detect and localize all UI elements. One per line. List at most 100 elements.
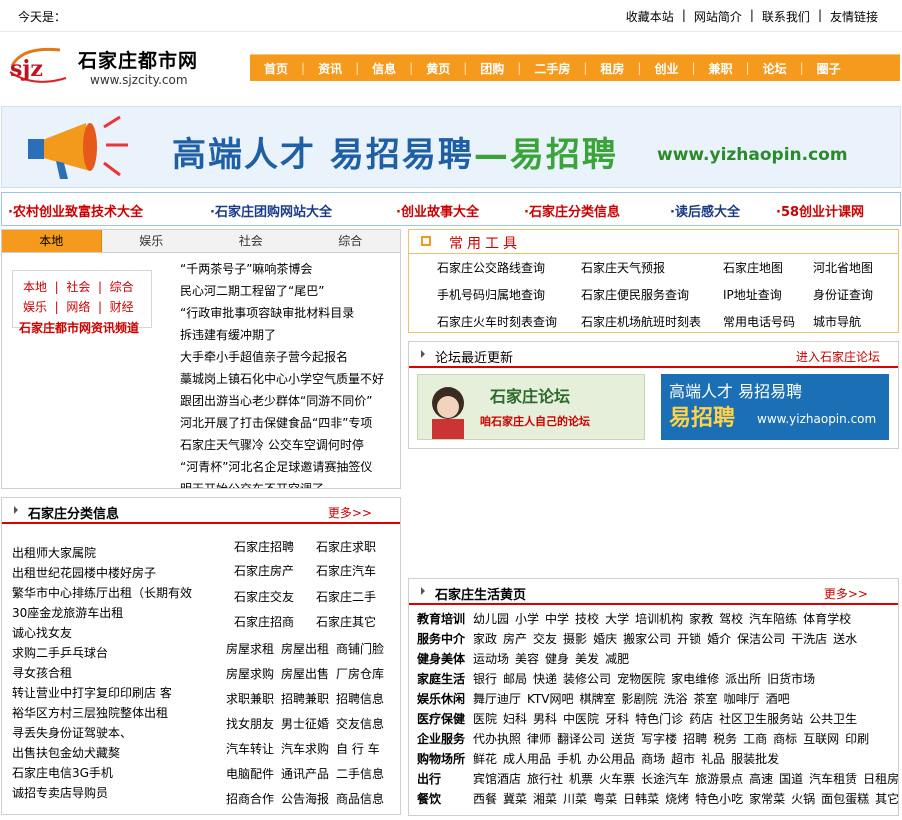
yellow-pages-link[interactable]: 律师 [527,732,551,746]
yellow-pages-link[interactable]: 保洁公司 [737,632,785,646]
classified-more-link[interactable]: 更多>> [328,504,372,521]
subcategory-link[interactable]: 求职兼职 [226,690,274,707]
yellow-pages-link[interactable]: 舞厅迪厅 [473,692,521,706]
tool-link[interactable]: IP地址查询 [723,286,782,303]
subcategory-link[interactable]: 电脑配件 [226,765,274,782]
yellow-pages-link[interactable]: 婚介 [707,632,731,646]
news-item[interactable]: “河青杯”河北名企足球邀请赛抽签仪 [180,456,390,478]
featured-link-3[interactable]: ·创业故事大全 [396,201,479,220]
yellow-pages-link[interactable]: 互联网 [803,732,839,746]
yellow-pages-link[interactable]: 送货 [611,732,635,746]
news-item[interactable]: 石家庄天气骤冷 公交车空调何时停 [180,434,390,456]
yellow-pages-more-link[interactable]: 更多>> [824,585,868,602]
subcategory-link[interactable]: 房屋出售 [281,665,329,682]
yellow-pages-category[interactable]: 企业服务 [417,730,473,747]
yellow-pages-link[interactable]: 招聘 [683,732,707,746]
bookmark-link[interactable]: 收藏本站 [626,8,674,25]
yellow-pages-link[interactable]: 运动场 [473,652,509,666]
yellow-pages-link[interactable]: 妇科 [503,712,527,726]
subcategory-link[interactable]: 房屋求购 [226,665,274,682]
tab-society[interactable]: 社会 [201,230,301,252]
yellow-pages-link[interactable]: 宾馆酒店 [473,772,521,786]
classified-item[interactable]: 寻女孩合租 [12,664,72,681]
subcategory-link[interactable]: 自 行 车 [336,740,380,757]
tool-link[interactable]: 石家庄公交路线查询 [437,259,545,276]
yellow-pages-link[interactable]: 中医院 [563,712,599,726]
news-item[interactable]: 大手牵小手超值亲子营今起报名 [180,346,390,368]
channel-ent-link[interactable]: 娱乐 [23,300,47,314]
yellow-pages-link[interactable]: 技校 [575,612,599,626]
yellow-pages-link[interactable]: 影剧院 [622,692,658,706]
tool-link[interactable]: 身份证查询 [813,286,873,303]
classified-item[interactable]: 30座金龙旅游车出租 [12,604,123,621]
yellow-pages-link[interactable]: 邮局 [503,672,527,686]
yellow-pages-category[interactable]: 健身美体 [417,650,473,667]
yellow-pages-link[interactable]: 面包蛋糕 [821,792,869,806]
yellow-pages-link[interactable]: 洗浴 [664,692,688,706]
yellow-pages-link[interactable]: 棋牌室 [580,692,616,706]
yellow-pages-link[interactable]: 手机 [557,752,581,766]
subcategory-link[interactable]: 招聘兼职 [281,690,329,707]
subcategory-link[interactable]: 房屋求租 [226,640,274,657]
yellow-pages-link[interactable]: 湘菜 [533,792,557,806]
yellow-pages-link[interactable]: 搬家公司 [623,632,671,646]
forum-enter-link[interactable]: 进入石家庄论坛 [796,348,880,365]
yellow-pages-link[interactable]: 日韩菜 [623,792,659,806]
classified-item[interactable]: 石家庄电信3G手机 [12,764,113,781]
featured-link-6[interactable]: ·58创业计课网 [776,201,864,220]
tool-link[interactable]: 石家庄火车时刻表查询 [437,313,557,330]
yellow-pages-link[interactable]: 服装批发 [731,752,779,766]
nav-part-time[interactable]: 兼职 [709,60,733,77]
category-link[interactable]: 石家庄二手 [316,588,376,605]
tool-link[interactable]: 河北省地图 [813,259,873,276]
classified-item[interactable]: 出售扶包金幼犬藏獒 [12,744,120,761]
contact-link[interactable]: 联系我们 [762,8,810,25]
yellow-pages-link[interactable]: 川菜 [563,792,587,806]
yellow-pages-link[interactable]: 火车票 [599,772,635,786]
yellow-pages-category[interactable]: 娱乐休闲 [417,690,473,707]
site-logo[interactable]: sjz 石家庄都市网 www.sjzcity.com [4,40,244,92]
yellow-pages-link[interactable]: 火锅 [791,792,815,806]
category-link[interactable]: 石家庄求职 [316,538,376,555]
subcategory-link[interactable]: 招商合作 [226,790,274,807]
classified-item[interactable]: 出租世纪花园楼中楼好房子 [12,564,156,581]
channel-general-link[interactable]: 综合 [110,280,134,294]
classified-item[interactable]: 裕华区方村三层独院整体出租 [12,704,168,721]
nav-startup[interactable]: 创业 [654,60,678,77]
yellow-pages-link[interactable]: 汽车陪练 [749,612,797,626]
yellow-pages-link[interactable]: 汽车租赁 [809,772,857,786]
classified-item[interactable]: 诚心找女友 [12,624,72,641]
news-item[interactable]: 明天开始公交车不开空调了 [180,478,390,488]
classified-item[interactable]: 转让营业中打字复印印刷店 客 [12,684,172,701]
classified-item[interactable]: 求购二手乒乓球台 [12,644,108,661]
yellow-pages-link[interactable]: 家政 [473,632,497,646]
subcategory-link[interactable]: 招聘信息 [336,690,384,707]
classified-item[interactable]: 诚招专卖店导购员 [12,784,108,801]
yellow-pages-link[interactable]: 写字楼 [641,732,677,746]
yellow-pages-link[interactable]: 社区卫生服务站 [719,712,803,726]
news-item[interactable]: “行政审批事项容缺审批材料目录 [180,302,390,324]
yellow-pages-link[interactable]: 银行 [473,672,497,686]
yellow-pages-link[interactable]: 减肥 [605,652,629,666]
tool-link[interactable]: 城市导航 [813,313,861,330]
yellow-pages-link[interactable]: 商场 [641,752,665,766]
yellow-pages-link[interactable]: 房产 [503,632,527,646]
yellow-pages-link[interactable]: 长途汽车 [641,772,689,786]
channel-society-link[interactable]: 社会 [66,280,90,294]
yellow-pages-category[interactable]: 家庭生活 [417,670,473,687]
nav-second-hand-house[interactable]: 二手房 [534,60,570,77]
yellow-pages-link[interactable]: 翻译公司 [557,732,605,746]
subcategory-link[interactable]: 公告海报 [281,790,329,807]
yellow-pages-link[interactable]: KTV网吧 [527,692,573,706]
yellow-pages-link[interactable]: 大学 [605,612,629,626]
subcategory-link[interactable]: 厂房仓库 [336,665,384,682]
news-item[interactable]: 拆违建有缓冲期了 [180,324,390,346]
tab-general[interactable]: 综合 [301,230,401,252]
yellow-pages-category[interactable]: 出行 [417,770,473,787]
nav-info[interactable]: 信息 [372,60,396,77]
news-item[interactable]: 藁城岗上镇石化中心小学空气质量不好 [180,368,390,390]
channel-finance-link[interactable]: 财经 [110,300,134,314]
yellow-pages-link[interactable]: 鲜花 [473,752,497,766]
category-link[interactable]: 石家庄招商 [234,613,294,630]
nav-yellow-pages[interactable]: 黄页 [426,60,450,77]
